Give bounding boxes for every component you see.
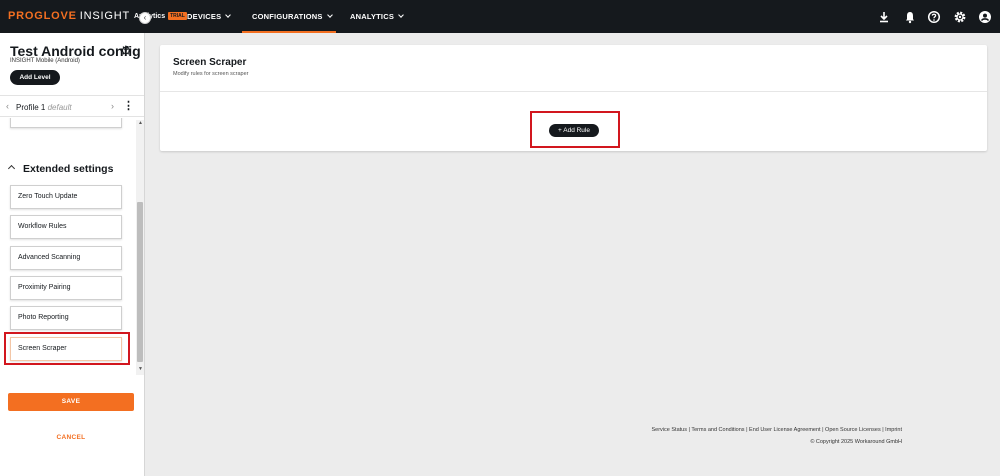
highlight-screen-scraper xyxy=(4,332,130,365)
add-level-button[interactable]: Add Level xyxy=(10,70,60,85)
chevron-down-icon xyxy=(225,12,232,18)
scroll-up-arrow-icon[interactable]: ▲ xyxy=(138,120,143,126)
screen-scraper-card: Screen Scraper Modify rules for screen s… xyxy=(160,45,987,151)
account-icon[interactable] xyxy=(978,10,992,24)
bell-icon[interactable] xyxy=(903,10,917,24)
scrollbar-thumb[interactable] xyxy=(137,202,143,362)
chevron-up-icon xyxy=(7,164,16,173)
cancel-button[interactable]: CANCEL xyxy=(8,431,134,445)
collapse-sidebar-button[interactable]: ‹ xyxy=(139,12,151,24)
menu-item-zero-touch-update[interactable]: Zero Touch Update xyxy=(10,185,122,209)
chevron-left-icon[interactable]: ‹ xyxy=(6,101,9,111)
card-divider xyxy=(160,91,987,92)
config-subtitle: INSIGHT Mobile (Android) xyxy=(10,58,80,64)
sidebar-scrollbar[interactable]: ▲ ▼ xyxy=(136,120,144,375)
help-icon[interactable] xyxy=(927,10,941,24)
trial-badge: TRIAL xyxy=(168,12,187,20)
nav-analytics[interactable]: ANALYTICS xyxy=(350,12,404,21)
menu-item-advanced-scanning[interactable]: Advanced Scanning xyxy=(10,246,122,270)
config-sidebar: Test Android config ⚙ INSIGHT Mobile (An… xyxy=(0,33,145,476)
list-item[interactable] xyxy=(10,118,122,128)
active-nav-indicator xyxy=(242,31,336,33)
menu-item-workflow-rules[interactable]: Workflow Rules xyxy=(10,215,122,239)
card-title: Screen Scraper xyxy=(173,57,247,68)
menu-item-proximity-pairing[interactable]: Proximity Pairing xyxy=(10,276,122,300)
brand-logo[interactable]: PROGLOVEINSIGHTAnalyticsTRIAL xyxy=(8,10,187,22)
profile-selector: ‹ Profile 1 default › ⋮ xyxy=(0,95,144,117)
save-button[interactable]: SAVE xyxy=(8,393,134,411)
nav-devices[interactable]: DEVICES xyxy=(187,12,232,21)
highlight-add-rule xyxy=(530,111,620,148)
menu-item-photo-reporting[interactable]: Photo Reporting xyxy=(10,306,122,330)
config-settings-icon[interactable]: ⚙ xyxy=(120,43,132,59)
scroll-down-arrow-icon[interactable]: ▼ xyxy=(138,366,143,372)
section-header-extended-settings[interactable]: Extended settings xyxy=(7,163,113,175)
more-options-icon[interactable]: ⋮ xyxy=(123,99,134,112)
chevron-down-icon xyxy=(326,12,333,18)
card-subtitle: Modify rules for screen scraper xyxy=(173,71,249,77)
chevron-right-icon[interactable]: › xyxy=(111,101,114,111)
footer-copyright: © Copyright 2025 Workaround GmbH xyxy=(810,439,902,445)
chevron-down-icon xyxy=(398,12,404,18)
profile-name[interactable]: Profile 1 default xyxy=(16,103,72,112)
footer-links[interactable]: Service Status | Terms and Conditions | … xyxy=(502,427,903,433)
settings-icon[interactable] xyxy=(953,10,967,24)
nav-configurations[interactable]: CONFIGURATIONS xyxy=(252,12,333,21)
download-icon[interactable] xyxy=(877,10,891,24)
